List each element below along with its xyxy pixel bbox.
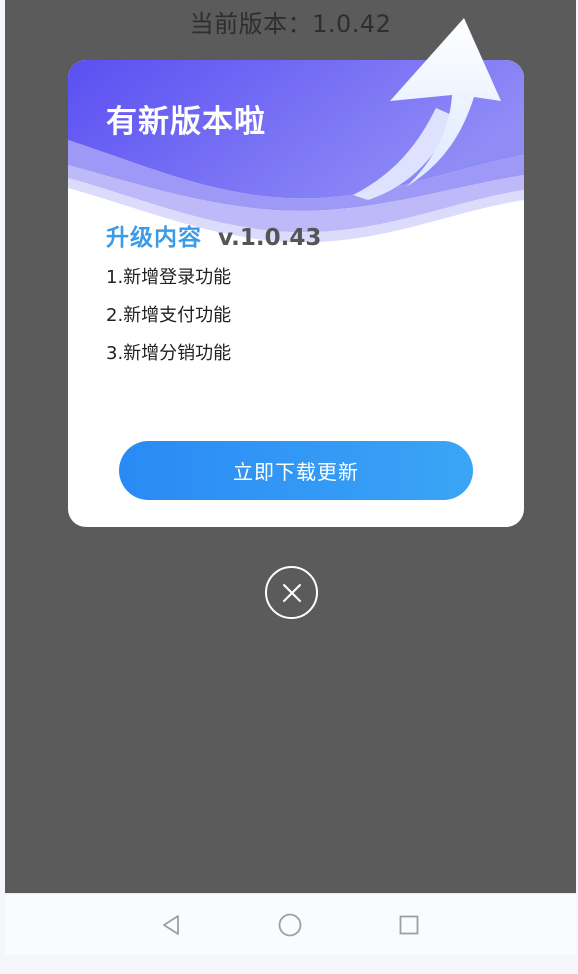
dialog-title: 有新版本啦 xyxy=(106,104,266,140)
change-item: 3.新增分销功能 xyxy=(106,343,232,364)
system-navigation-bar xyxy=(5,893,576,955)
close-icon xyxy=(282,583,301,602)
change-item: 2.新增支付功能 xyxy=(106,305,232,326)
screen-overlay: 当前版本：1.0.42 有新版本啦 升级内容 v.1.0.43 1.新增登录功能… xyxy=(5,0,576,893)
download-update-button[interactable]: 立即下载更新 xyxy=(119,441,473,500)
circle-home-icon xyxy=(278,913,302,937)
update-content-label: 升级内容 xyxy=(106,225,202,251)
update-content-heading: 升级内容 v.1.0.43 xyxy=(106,218,321,252)
nav-back-button[interactable] xyxy=(157,911,185,939)
new-version-number: v.1.0.43 xyxy=(218,225,322,251)
nav-home-button[interactable] xyxy=(276,911,304,939)
arrow-up-icon xyxy=(390,18,501,187)
change-list: 1.新增登录功能 2.新增支付功能 3.新增分销功能 xyxy=(106,265,231,379)
square-recents-icon xyxy=(399,915,419,935)
triangle-back-icon xyxy=(163,915,179,935)
change-item: 1.新增登录功能 xyxy=(106,267,232,288)
close-dialog-button[interactable] xyxy=(265,566,318,619)
nav-recents-button[interactable] xyxy=(395,911,423,939)
